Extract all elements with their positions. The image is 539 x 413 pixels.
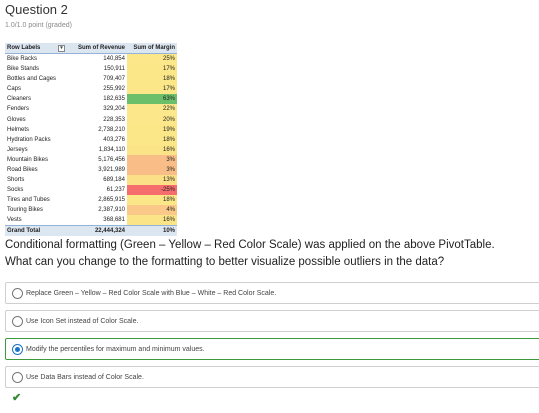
pivot-body: Bike Racks 140,854 25% Bike Stands 150,911 17… xyxy=(5,53,177,237)
row-label: Cleaners xyxy=(7,96,32,103)
option-modify-percentiles[interactable]: Modify the percentiles for maximum and m… xyxy=(5,338,539,360)
radio-option-1[interactable] xyxy=(12,287,23,299)
margin-cell: 19% xyxy=(127,124,177,135)
option-text: Replace Green – Yellow – Red Color Scale… xyxy=(26,289,277,297)
row-label: Socks xyxy=(7,187,24,194)
row-label: Caps xyxy=(7,86,22,93)
pivot-row: Touring Bikes 2,387,910 4% xyxy=(5,205,177,216)
margin-cell: 63% xyxy=(127,94,177,105)
row-label: Shorts xyxy=(7,177,25,184)
row-label: Jerseys xyxy=(7,146,28,153)
margin-cell: 22% xyxy=(127,104,177,115)
grand-total-revenue: 22,444,324 xyxy=(67,225,127,237)
row-labels-header[interactable]: Row Labels ▾ xyxy=(5,43,67,54)
revenue-cell: 2,738,210 xyxy=(98,126,125,133)
revenue-cell: 61,237 xyxy=(106,187,125,194)
margin-cell: 18% xyxy=(127,195,177,206)
revenue-cell: 709,407 xyxy=(103,76,125,83)
pivot-row: Cleaners 182,635 63% xyxy=(5,94,177,105)
row-label: Gloves xyxy=(7,116,26,123)
pivot-row: Mountain Bikes 5,176,456 3% xyxy=(5,154,177,165)
margin-cell: 16% xyxy=(127,215,177,226)
row-label: Hydration Packs xyxy=(7,136,51,143)
revenue-cell: 329,204 xyxy=(103,106,125,113)
pivot-row: Road Bikes 3,921,989 3% xyxy=(5,164,177,176)
option-icon-set[interactable]: Use Icon Set instead of Color Scale. xyxy=(5,310,539,332)
option-text: Use Icon Set instead of Color Scale. xyxy=(26,317,139,325)
prompt-line-2: What can you change to the formatting to… xyxy=(5,256,445,268)
grand-total-row: Grand Total 22,444,324 10% xyxy=(5,225,177,237)
revenue-cell: 1,834,110 xyxy=(98,146,125,153)
revenue-cell: 2,865,915 xyxy=(98,197,125,204)
revenue-cell: 5,176,456 xyxy=(98,156,125,163)
question-points: 1.0/1.0 point (graded) xyxy=(5,22,72,29)
revenue-cell: 689,184 xyxy=(103,177,125,184)
row-label: Bike Racks xyxy=(7,56,38,62)
radio-option-3[interactable] xyxy=(12,343,23,355)
pivot-row: Helmets 2,738,210 19% xyxy=(5,124,177,135)
revenue-cell: 403,276 xyxy=(103,136,125,143)
option-blue-white-red[interactable]: Replace Green – Yellow – Red Color Scale… xyxy=(5,282,539,304)
pivot-row: Shorts 689,184 13% xyxy=(5,175,177,186)
revenue-cell: 2,387,910 xyxy=(98,207,125,214)
margin-cell: -25% xyxy=(127,185,177,196)
pivot-row: Bike Stands 150,911 17% xyxy=(5,64,177,75)
margin-cell: 13% xyxy=(127,175,177,186)
pivot-row: Tires and Tubes 2,865,915 18% xyxy=(5,195,177,206)
margin-cell: 18% xyxy=(127,134,177,145)
pivot-row: Bottles and Cages 709,407 18% xyxy=(5,74,177,85)
grand-total-label: Grand Total xyxy=(5,225,67,237)
pivot-row: Hydration Packs 403,276 18% xyxy=(5,134,177,145)
pivot-row: Bike Racks 140,854 25% xyxy=(5,53,177,64)
pivot-row: Vests 368,681 16% xyxy=(5,215,177,226)
radio-option-4[interactable] xyxy=(12,371,23,383)
margin-cell: 3% xyxy=(127,164,177,176)
row-label: Touring Bikes xyxy=(7,207,44,214)
pivot-table: Row Labels ▾ Sum of Revenue Sum of Margi… xyxy=(5,43,177,237)
row-label: Vests xyxy=(7,217,22,224)
grand-total-margin: 10% xyxy=(127,225,177,237)
margin-cell: 20% xyxy=(127,114,177,125)
pivot-row: Fenders 329,204 22% xyxy=(5,104,177,115)
revenue-cell: 140,854 xyxy=(103,56,125,62)
radio-option-2[interactable] xyxy=(12,315,23,327)
revenue-header: Sum of Revenue xyxy=(67,43,127,54)
question-title: Question 2 xyxy=(5,2,68,17)
revenue-cell: 368,681 xyxy=(103,217,125,224)
pivot-row: Jerseys 1,834,110 16% xyxy=(5,144,177,155)
question-prompt: Conditional formatting (Green – Yellow –… xyxy=(5,237,539,271)
prompt-line-1: Conditional formatting (Green – Yellow –… xyxy=(5,239,495,251)
margin-cell: 17% xyxy=(127,64,177,75)
margin-cell: 18% xyxy=(127,74,177,85)
revenue-cell: 182,635 xyxy=(103,96,125,103)
row-label: Bike Stands xyxy=(7,66,40,73)
margin-cell: 3% xyxy=(127,154,177,165)
pivot-row: Socks 61,237 -25% xyxy=(5,185,177,196)
pivot-row: Caps 255,992 17% xyxy=(5,84,177,95)
pivot-row: Gloves 228,353 20% xyxy=(5,114,177,125)
filter-dropdown-icon[interactable]: ▾ xyxy=(58,44,65,52)
row-label: Road Bikes xyxy=(7,166,38,173)
pivot-header-row: Row Labels ▾ Sum of Revenue Sum of Margi… xyxy=(5,43,177,54)
row-labels-header-text: Row Labels xyxy=(7,45,41,51)
margin-header: Sum of Margin xyxy=(127,43,177,54)
row-label: Fenders xyxy=(7,106,30,113)
row-label: Tires and Tubes xyxy=(7,197,50,204)
revenue-cell: 150,911 xyxy=(103,66,125,73)
option-text: Use Data Bars instead of Color Scale. xyxy=(26,373,144,381)
revenue-cell: 3,921,989 xyxy=(98,166,125,173)
margin-cell: 17% xyxy=(127,84,177,95)
row-label: Bottles and Cages xyxy=(7,76,57,83)
option-data-bars[interactable]: Use Data Bars instead of Color Scale. xyxy=(5,366,539,388)
checkmark-icon: ✔ xyxy=(12,392,22,404)
row-label: Mountain Bikes xyxy=(7,156,49,163)
row-label: Helmets xyxy=(7,126,30,133)
margin-cell: 16% xyxy=(127,144,177,155)
revenue-cell: 255,992 xyxy=(103,86,125,93)
margin-cell: 4% xyxy=(127,205,177,216)
revenue-cell: 228,353 xyxy=(103,116,125,123)
margin-cell: 25% xyxy=(127,53,177,64)
option-text: Modify the percentiles for maximum and m… xyxy=(26,345,205,353)
